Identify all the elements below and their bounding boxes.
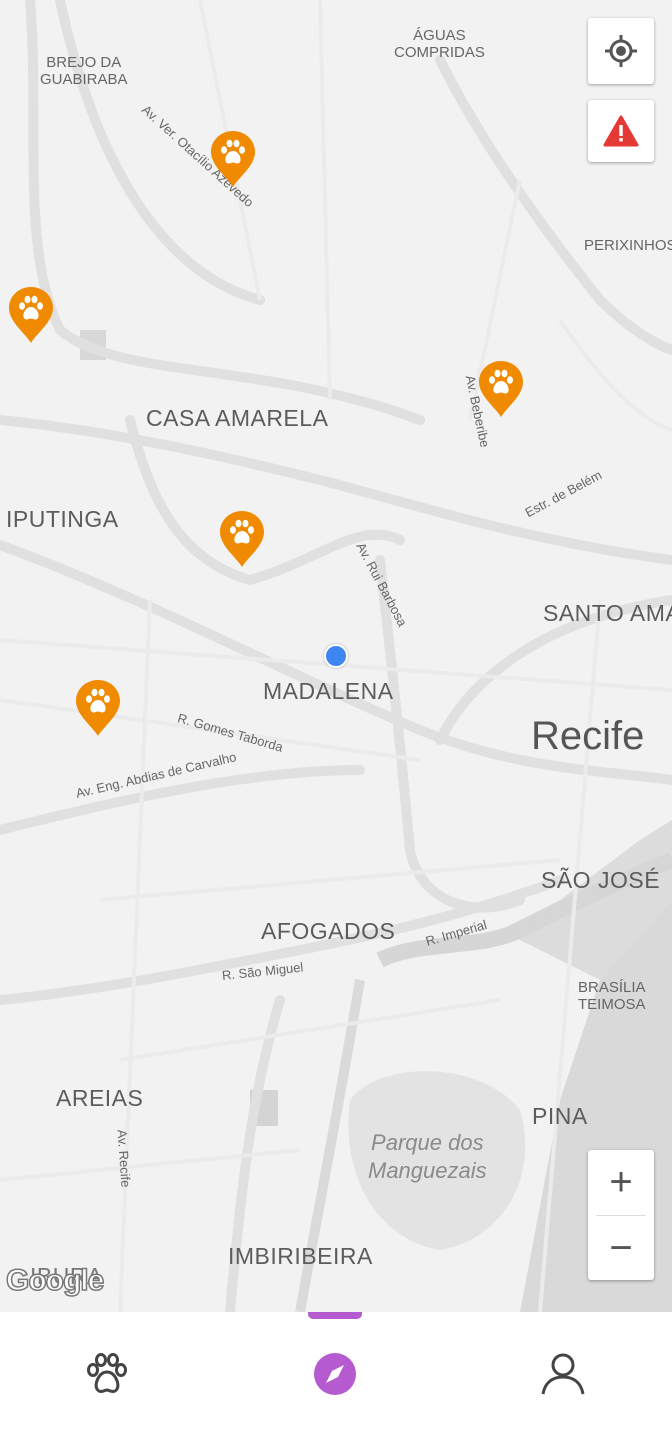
active-tab-indicator bbox=[308, 1312, 362, 1319]
label-sao-jose: SÃO JOSÉ bbox=[541, 867, 661, 893]
label-afogados: AFOGADOS bbox=[261, 918, 396, 944]
pet-pin[interactable] bbox=[210, 130, 256, 188]
paw-icon bbox=[220, 511, 264, 567]
compass-icon bbox=[314, 1353, 356, 1395]
my-location-icon bbox=[605, 35, 637, 67]
paw-icon bbox=[9, 287, 53, 343]
label-perixinhos: PERIXINHOS bbox=[584, 237, 672, 254]
google-attribution: Google bbox=[5, 1263, 105, 1298]
zoom-controls: + − bbox=[588, 1150, 654, 1280]
report-alert-button[interactable] bbox=[588, 100, 654, 162]
nav-profile[interactable] bbox=[535, 1346, 591, 1402]
zoom-out-button[interactable]: − bbox=[588, 1216, 654, 1281]
label-areias: AREIAS bbox=[56, 1085, 144, 1111]
label-brejo: BREJO DA GUABIRABA bbox=[40, 54, 128, 88]
label-santo-amaro: SANTO AMA bbox=[543, 600, 672, 626]
pet-pin[interactable] bbox=[219, 510, 265, 568]
pet-pin[interactable] bbox=[75, 679, 121, 737]
profile-icon bbox=[541, 1353, 585, 1395]
zoom-in-button[interactable]: + bbox=[588, 1150, 654, 1215]
label-pina: PINA bbox=[532, 1103, 588, 1129]
label-park: Parque dos Manguezais bbox=[368, 1130, 487, 1183]
paw-icon bbox=[87, 1353, 127, 1394]
map-view[interactable]: BREJO DA GUABIRABA ÁGUAS COMPRIDAS PERIX… bbox=[0, 0, 672, 1312]
label-iputinga: IPUTINGA bbox=[6, 506, 119, 532]
locate-button[interactable] bbox=[588, 18, 654, 84]
label-imbiribeira: IMBIRIBEIRA bbox=[228, 1243, 373, 1269]
label-city: Recife bbox=[531, 714, 645, 758]
pet-pin[interactable] bbox=[8, 286, 54, 344]
bottom-navigation bbox=[0, 1312, 672, 1434]
paw-icon bbox=[76, 680, 120, 736]
warning-icon bbox=[603, 115, 639, 147]
user-location-dot bbox=[324, 644, 348, 668]
pet-pin[interactable] bbox=[478, 360, 524, 418]
nav-explore[interactable] bbox=[307, 1346, 363, 1402]
nav-pets[interactable] bbox=[79, 1346, 135, 1402]
label-aguas: ÁGUAS COMPRIDAS bbox=[394, 27, 485, 61]
label-casa-amarela: CASA AMARELA bbox=[146, 405, 329, 431]
label-madalena: MADALENA bbox=[263, 678, 394, 704]
paw-icon bbox=[479, 361, 523, 417]
label-brasilia: BRASÍLIA TEIMOSA bbox=[578, 979, 646, 1013]
paw-icon bbox=[211, 131, 255, 187]
